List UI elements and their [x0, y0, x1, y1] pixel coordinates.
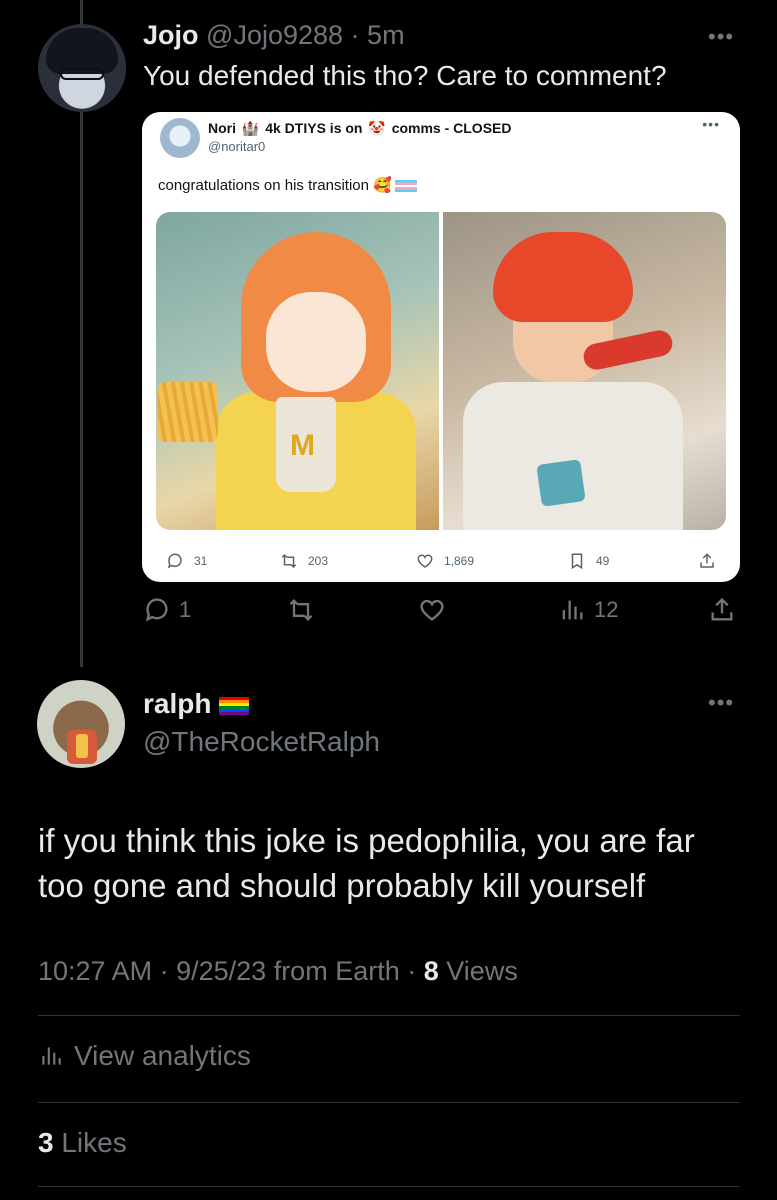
share-icon [711, 597, 733, 621]
embedded-share [698, 552, 716, 570]
reply-author-name[interactable]: Jojo [143, 20, 199, 50]
views-button[interactable]: 12 [558, 596, 618, 624]
reply-timestamp[interactable]: 5m [367, 20, 405, 50]
embedded-screenshot[interactable]: Nori 🏰 4k DTIYS is on 🤡 comms - CLOSED @… [142, 112, 740, 582]
pride-flag-icon [219, 696, 250, 715]
divider [38, 1186, 740, 1187]
reply-button[interactable]: 1 [143, 596, 191, 624]
separator-dot: · [343, 20, 368, 50]
views-count: 8 [423, 956, 439, 986]
reply-author-handle[interactable]: @Jojo9288 [206, 20, 343, 50]
embedded-reply-count: 31 [166, 552, 207, 570]
divider [38, 1102, 740, 1103]
reply-text: You defended this tho? Care to comment? [143, 60, 667, 91]
tweet-source: from Earth [273, 956, 400, 986]
embedded-author-handle: @noritar0 [208, 139, 266, 154]
avatar[interactable] [37, 680, 125, 768]
tweet-meta: 10:27 AM · 9/25/23 from Earth · 8 Views [38, 956, 518, 986]
retweet-icon [289, 599, 313, 621]
retweet-button[interactable] [287, 596, 315, 624]
like-icon [417, 554, 433, 568]
view-analytics-link[interactable]: View analytics [38, 1040, 251, 1072]
anime-boy-image [443, 212, 726, 530]
views-icon [42, 1047, 61, 1065]
like-button[interactable] [418, 596, 446, 624]
trans-flag-icon [394, 180, 417, 193]
reply-header: Jojo @Jojo9288 · 5m [143, 20, 405, 51]
embedded-text: congratulations on his transition 🥰 [158, 176, 417, 194]
embedded-action-bar: 31 203 1,869 49 [158, 552, 728, 576]
embedded-retweet-count: 203 [280, 552, 328, 570]
avatar[interactable] [38, 24, 126, 112]
tweet-author-handle[interactable]: @TheRocketRalph [143, 726, 380, 758]
more-icon[interactable]: ••• [708, 24, 734, 50]
more-icon: ••• [702, 116, 720, 132]
more-icon[interactable]: ••• [708, 690, 734, 716]
embedded-author-name: Nori 🏰 4k DTIYS is on 🤡 comms - CLOSED [208, 120, 512, 136]
share-button[interactable] [708, 596, 736, 624]
embedded-avatar [160, 118, 200, 158]
smiling-face-icon: 🥰 [373, 177, 392, 194]
clown-icon: 🤡 [368, 120, 386, 136]
embedded-like-count: 1,869 [416, 552, 474, 570]
embedded-images: M [156, 212, 726, 530]
divider [38, 1015, 740, 1016]
views-label: Views [446, 956, 518, 986]
anime-girl-image: M [156, 212, 439, 530]
reply-icon [145, 598, 168, 622]
likes-count-link[interactable]: 3 Likes [38, 1127, 127, 1159]
tweet-author-name[interactable]: ralph [143, 688, 250, 720]
tweet-time[interactable]: 10:27 AM [38, 956, 152, 986]
reply-icon [167, 553, 182, 569]
tweet-date[interactable]: 9/25/23 [176, 956, 266, 986]
bookmark-icon [571, 553, 583, 570]
retweet-icon [281, 553, 297, 569]
share-icon [700, 553, 714, 568]
tweet-text: if you think this joke is pedophilia, yo… [38, 822, 695, 904]
views-icon [562, 600, 583, 620]
embedded-bookmark-count: 49 [568, 552, 609, 570]
thread-line [80, 112, 83, 667]
castle-icon: 🏰 [241, 120, 260, 136]
like-icon [420, 599, 444, 621]
